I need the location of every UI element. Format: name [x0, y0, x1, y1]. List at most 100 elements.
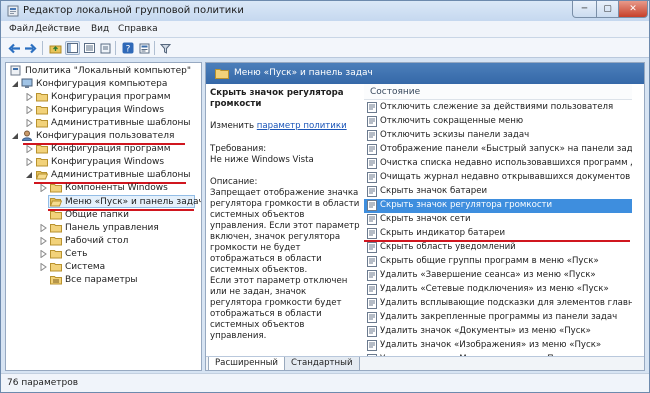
menu-action[interactable]: Действие — [35, 24, 80, 34]
folder-icon — [36, 93, 48, 102]
forward-arrow-icon — [25, 43, 37, 53]
list-item[interactable]: Отображение панели «Быстрый запуск» на п… — [364, 143, 632, 157]
menu-help[interactable]: Справка — [118, 24, 158, 34]
list-item[interactable]: Скрыть значок сети — [364, 213, 632, 227]
tree-item-label: Рабочий стол — [65, 236, 129, 246]
list-item-label: Удалить значок «Документы» из меню «Пуск… — [380, 326, 591, 336]
menu-view[interactable]: Вид — [91, 24, 109, 34]
column-header-state[interactable]: Состояние — [364, 84, 632, 100]
policy-setting-icon — [367, 200, 377, 211]
tree-item-user-windows-settings[interactable]: Конфигурация Windows — [8, 156, 200, 169]
minimize-icon: ─ — [581, 4, 588, 14]
list-item-label: Скрыть значок регулятора громкости — [380, 200, 553, 210]
export-list-icon — [100, 43, 111, 53]
list-item[interactable]: Отключить сокращенные меню — [364, 115, 632, 129]
maximize-button[interactable]: ▢ — [596, 1, 619, 18]
tree-item-system[interactable]: Система — [8, 261, 200, 274]
list-item-label: Скрыть значок сети — [380, 214, 471, 224]
policy-setting-icon — [367, 270, 377, 281]
tree-item-label: Административные шаблоны — [51, 118, 191, 128]
collapsed-arrow-icon — [40, 224, 47, 232]
back-button[interactable] — [7, 41, 22, 55]
list-item[interactable]: Отключить эскизы панели задач — [364, 129, 632, 143]
list-item[interactable]: Очищать журнал недавно открывавшихся док… — [364, 171, 632, 185]
list-item[interactable]: Скрыть индикатор батареи — [364, 227, 632, 241]
list-item-selected[interactable]: Скрыть значок регулятора громкости — [364, 199, 632, 213]
tree-item-local-computer-policy[interactable]: Политика "Локальный компьютер" — [8, 65, 200, 78]
menu-file[interactable]: Файл — [9, 24, 34, 34]
toolbar-separator — [154, 41, 155, 55]
tree-item-computer-configuration[interactable]: Конфигурация компьютера — [8, 78, 200, 91]
policy-setting-icon — [367, 242, 377, 253]
computer-policy-icon — [10, 65, 21, 76]
close-button[interactable]: ✕ — [618, 1, 648, 18]
forward-button[interactable] — [23, 41, 38, 55]
view-tabs: Расширенный Стандартный — [206, 356, 644, 370]
folder-icon — [215, 69, 229, 79]
collapsed-arrow-icon — [26, 93, 33, 101]
tree-item-network[interactable]: Сеть — [8, 248, 200, 261]
list-item-label: Очищать журнал недавно открывавшихся док… — [380, 172, 632, 182]
requirements-label: Требования: — [210, 144, 267, 154]
collapsed-arrow-icon — [26, 106, 33, 114]
tree-item-shared-folders[interactable]: Общие папки — [8, 209, 200, 222]
folder-icon — [36, 119, 48, 128]
list-item-label: Удалить всплывающие подсказки для элемен… — [380, 298, 632, 308]
filter-button[interactable] — [158, 41, 173, 55]
list-item[interactable]: Удалить закрепленные программы из панели… — [364, 311, 632, 325]
edit-policy-line: Изменить параметр политики — [210, 121, 360, 132]
list-item[interactable]: Удалить значок «Изображения» из меню «Пу… — [364, 339, 632, 353]
list-item[interactable]: Удалить «Завершение сеанса» из меню «Пус… — [364, 269, 632, 283]
expanded-arrow-icon — [12, 133, 18, 139]
list-item[interactable]: Скрыть значок батареи — [364, 185, 632, 199]
menu-bar: Файл Действие Вид Справка — [1, 21, 649, 38]
tree-item-label: Меню «Пуск» и панель задач — [65, 197, 202, 207]
list-item[interactable]: Удалить «Сетевые подключения» из меню «П… — [364, 283, 632, 297]
tree-item-windows-components[interactable]: Компоненты Windows — [8, 182, 200, 195]
list-item-label: Скрыть общие группы программ в меню «Пус… — [380, 256, 599, 266]
help-button[interactable]: ? — [120, 41, 135, 55]
requirements-value: Не ниже Windows Vista — [210, 155, 314, 165]
collapsed-arrow-icon — [40, 237, 47, 245]
tab-standard[interactable]: Стандартный — [284, 357, 360, 370]
folder-icon — [50, 224, 62, 233]
tree-item-user-software-settings[interactable]: Конфигурация программ — [8, 143, 200, 156]
export-list-button[interactable] — [98, 41, 113, 55]
tree-item-all-settings[interactable]: Все параметры — [8, 274, 200, 287]
filter-icon — [160, 43, 171, 54]
tab-extended[interactable]: Расширенный — [208, 357, 285, 370]
list-view-button[interactable] — [82, 41, 97, 55]
tree-item-user-configuration[interactable]: Конфигурация пользователя — [8, 130, 200, 143]
description-paragraph-2: Если этот параметр отключен или не задан… — [210, 276, 348, 341]
tree-item-software-settings[interactable]: Конфигурация программ — [8, 91, 200, 104]
details-header-title: Меню «Пуск» и панель задач — [234, 68, 373, 78]
folder-icon — [36, 145, 48, 154]
tree-item-desktop[interactable]: Рабочий стол — [8, 235, 200, 248]
edit-policy-link[interactable]: параметр политики — [257, 121, 347, 131]
show-hide-tree-button[interactable] — [65, 41, 80, 55]
list-item[interactable]: Удалить значок «Документы» из меню «Пуск… — [364, 325, 632, 339]
properties-button[interactable] — [137, 41, 152, 55]
tree-item-start-menu-taskbar[interactable]: Меню «Пуск» и панель задач — [48, 195, 201, 208]
list-item[interactable]: Удалить всплывающие подсказки для элемен… — [364, 297, 632, 311]
tree-item-windows-settings[interactable]: Конфигурация Windows — [8, 104, 200, 117]
list-item[interactable]: Отключить слежение за действиями пользов… — [364, 101, 632, 115]
folder-icon — [36, 106, 48, 115]
help-icon: ? — [122, 42, 133, 54]
list-item[interactable]: Очистка списка недавно использовавшихся … — [364, 157, 632, 171]
tree-pane-icon — [67, 43, 78, 53]
folder-icon — [36, 158, 48, 167]
tree-item-user-administrative-templates[interactable]: Административные шаблоны — [8, 169, 200, 182]
user-icon — [21, 130, 33, 141]
list-item[interactable]: Скрыть общие группы программ в меню «Пус… — [364, 255, 632, 269]
tree-item-label: Система — [65, 262, 106, 272]
status-count: 76 параметров — [7, 378, 79, 388]
minimize-button[interactable]: ─ — [572, 1, 597, 18]
up-level-button[interactable] — [48, 41, 63, 55]
folder-icon — [50, 263, 62, 272]
tree-item-control-panel[interactable]: Панель управления — [8, 222, 200, 235]
column-header-label: Состояние — [370, 87, 421, 97]
list-item[interactable]: Скрыть область уведомлений — [364, 241, 632, 255]
tree-item-label: Конфигурация Windows — [51, 157, 165, 167]
tree-item-administrative-templates[interactable]: Административные шаблоны — [8, 117, 200, 130]
